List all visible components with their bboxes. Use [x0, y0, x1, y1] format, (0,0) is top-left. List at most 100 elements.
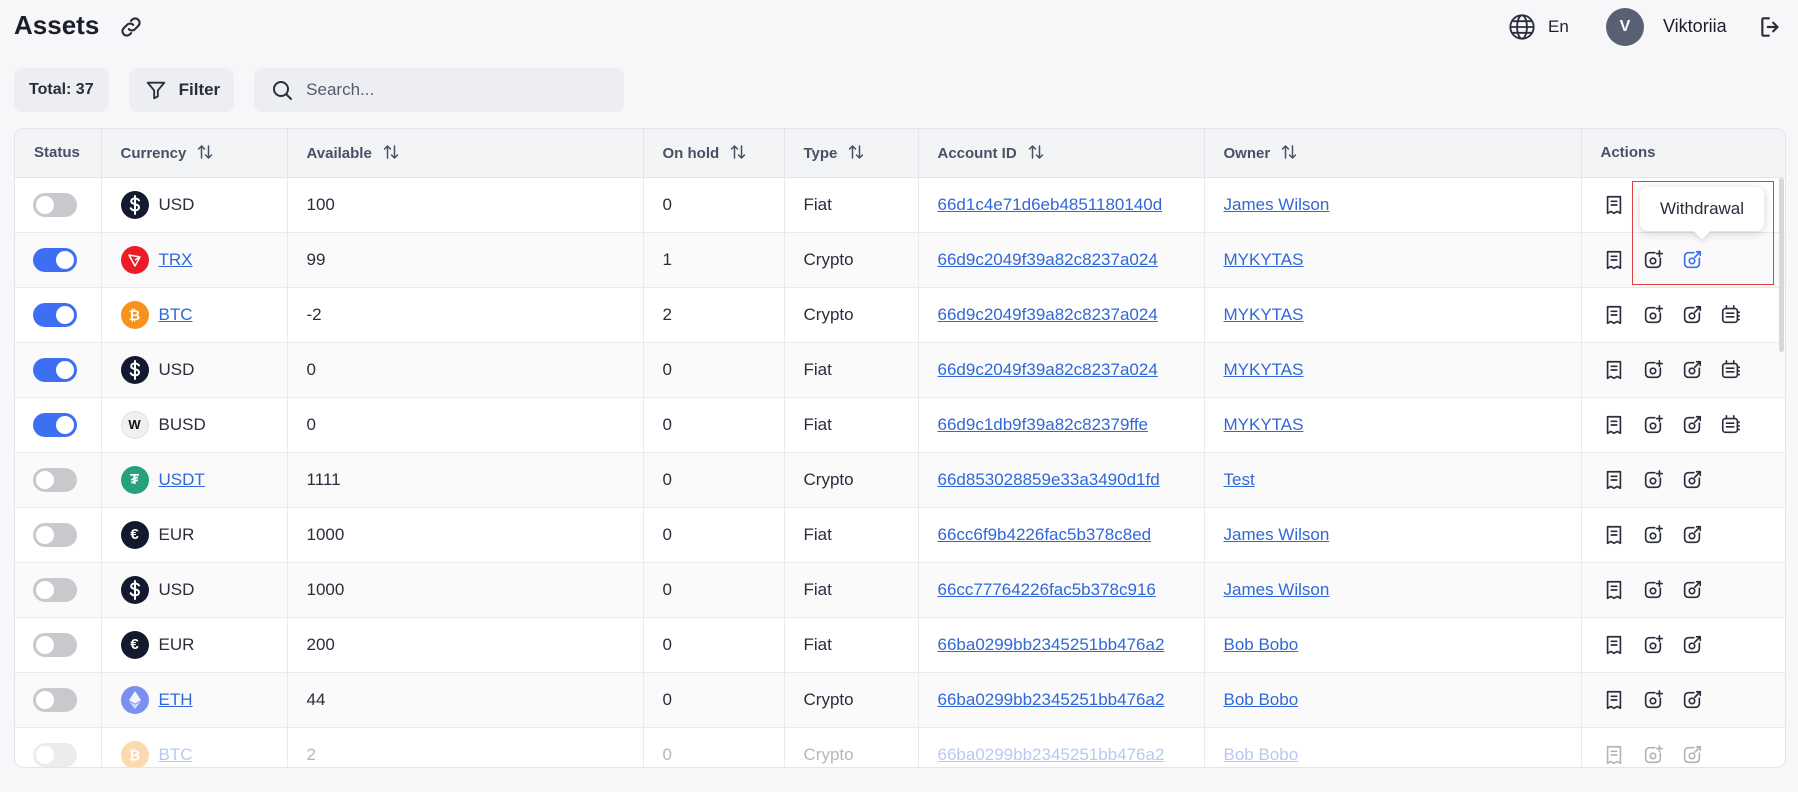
owner-link[interactable]: Bob Bobo — [1224, 745, 1299, 764]
account-id-link[interactable]: 66d9c2049f39a82c8237a024 — [938, 250, 1158, 269]
withdrawal-icon[interactable] — [1681, 634, 1703, 656]
user-name[interactable]: Viktoriia — [1663, 16, 1727, 37]
account-id-cell: 66ba0299bb2345251bb476a2 — [918, 727, 1205, 767]
column-header-account-id[interactable]: Account ID — [918, 129, 1205, 178]
sort-icon[interactable] — [197, 144, 213, 160]
sort-icon[interactable] — [1028, 144, 1044, 160]
type-cell: Fiat — [784, 617, 919, 672]
currency-link[interactable]: BTC — [159, 305, 193, 325]
statement-icon[interactable] — [1603, 194, 1625, 216]
transactions-icon[interactable] — [1720, 304, 1742, 326]
withdrawal-icon[interactable] — [1681, 414, 1703, 436]
owner-cell: MYKYTAS — [1204, 397, 1582, 452]
deposit-icon[interactable] — [1642, 249, 1664, 271]
transactions-icon[interactable] — [1720, 359, 1742, 381]
transactions-icon[interactable] — [1720, 414, 1742, 436]
currency-link[interactable]: USDT — [159, 470, 205, 490]
actions-cell — [1581, 452, 1785, 507]
account-id-link[interactable]: 66ba0299bb2345251bb476a2 — [938, 745, 1165, 764]
account-id-link[interactable]: 66d9c2049f39a82c8237a024 — [938, 305, 1158, 324]
deposit-icon[interactable] — [1642, 414, 1664, 436]
column-header-available[interactable]: Available — [287, 129, 644, 178]
owner-link[interactable]: MYKYTAS — [1224, 250, 1304, 269]
status-toggle[interactable] — [33, 687, 77, 712]
owner-link[interactable]: Bob Bobo — [1224, 690, 1299, 709]
deposit-icon[interactable] — [1642, 359, 1664, 381]
status-toggle[interactable] — [33, 357, 77, 382]
logout-icon[interactable] — [1758, 14, 1784, 40]
column-header-on-hold[interactable]: On hold — [643, 129, 785, 178]
column-header-owner[interactable]: Owner — [1204, 129, 1582, 178]
language-selector[interactable]: En — [1508, 13, 1569, 41]
deposit-icon[interactable] — [1642, 304, 1664, 326]
owner-link[interactable]: MYKYTAS — [1224, 305, 1304, 324]
account-id-link[interactable]: 66cc6f9b4226fac5b378c8ed — [938, 525, 1152, 544]
currency-link[interactable]: TRX — [159, 250, 193, 270]
account-id-link[interactable]: 66d9c1db9f39a82c82379ffe — [938, 415, 1149, 434]
owner-link[interactable]: Test — [1224, 470, 1255, 489]
scrollbar[interactable] — [1779, 178, 1784, 352]
sort-icon[interactable] — [383, 144, 399, 160]
link-icon[interactable] — [118, 14, 144, 40]
column-header-currency[interactable]: Currency — [101, 129, 288, 178]
withdrawal-icon[interactable] — [1681, 744, 1703, 766]
account-id-link[interactable]: 66ba0299bb2345251bb476a2 — [938, 690, 1165, 709]
status-toggle[interactable] — [33, 247, 77, 272]
deposit-icon[interactable] — [1642, 579, 1664, 601]
column-header-actions: Actions — [1581, 129, 1785, 178]
currency-link[interactable]: BTC — [159, 745, 193, 765]
statement-icon[interactable] — [1603, 744, 1625, 766]
status-toggle[interactable] — [33, 302, 77, 327]
status-toggle[interactable] — [33, 577, 77, 602]
statement-icon[interactable] — [1603, 634, 1625, 656]
withdrawal-icon[interactable] — [1681, 359, 1703, 381]
currency-link[interactable]: ETH — [159, 690, 193, 710]
sort-icon[interactable] — [730, 144, 746, 160]
owner-link[interactable]: MYKYTAS — [1224, 415, 1304, 434]
deposit-icon[interactable] — [1642, 524, 1664, 546]
status-toggle[interactable] — [33, 467, 77, 492]
status-toggle[interactable] — [33, 632, 77, 657]
withdrawal-icon[interactable] — [1681, 524, 1703, 546]
withdrawal-icon[interactable] — [1681, 689, 1703, 711]
owner-link[interactable]: James Wilson — [1224, 580, 1330, 599]
withdrawal-icon[interactable] — [1681, 469, 1703, 491]
owner-link[interactable]: MYKYTAS — [1224, 360, 1304, 379]
status-toggle[interactable] — [33, 522, 77, 547]
table-row: USD 1000 0 Fiat 66cc77764226fac5b378c916… — [15, 562, 1785, 617]
account-id-link[interactable]: 66ba0299bb2345251bb476a2 — [938, 635, 1165, 654]
owner-link[interactable]: James Wilson — [1224, 195, 1330, 214]
statement-icon[interactable] — [1603, 689, 1625, 711]
statement-icon[interactable] — [1603, 249, 1625, 271]
account-id-link[interactable]: 66d1c4e71d6eb4851180140d — [938, 195, 1163, 214]
deposit-icon[interactable] — [1642, 634, 1664, 656]
search-input[interactable] — [306, 80, 607, 100]
statement-icon[interactable] — [1603, 469, 1625, 491]
deposit-icon[interactable] — [1642, 469, 1664, 491]
owner-link[interactable]: Bob Bobo — [1224, 635, 1299, 654]
account-id-link[interactable]: 66d9c2049f39a82c8237a024 — [938, 360, 1158, 379]
deposit-icon[interactable] — [1642, 689, 1664, 711]
deposit-icon[interactable] — [1642, 744, 1664, 766]
avatar[interactable]: V — [1606, 8, 1644, 46]
statement-icon[interactable] — [1603, 414, 1625, 436]
status-toggle[interactable] — [33, 742, 77, 767]
account-id-link[interactable]: 66cc77764226fac5b378c916 — [938, 580, 1156, 599]
statement-icon[interactable] — [1603, 359, 1625, 381]
currency-cell: USD — [101, 342, 288, 397]
sort-icon[interactable] — [848, 144, 864, 160]
withdrawal-icon[interactable] — [1681, 304, 1703, 326]
statement-icon[interactable] — [1603, 524, 1625, 546]
account-id-link[interactable]: 66d853028859e33a3490d1fd — [938, 470, 1160, 489]
statement-icon[interactable] — [1603, 304, 1625, 326]
column-header-type[interactable]: Type — [784, 129, 919, 178]
owner-link[interactable]: James Wilson — [1224, 525, 1330, 544]
status-toggle[interactable] — [33, 192, 77, 217]
filter-button[interactable]: Filter — [128, 68, 235, 112]
statement-icon[interactable] — [1603, 579, 1625, 601]
withdrawal-icon[interactable] — [1681, 579, 1703, 601]
withdrawal-icon[interactable] — [1681, 249, 1703, 271]
sort-icon[interactable] — [1281, 144, 1297, 160]
trx-coin-icon — [120, 245, 149, 274]
status-toggle[interactable] — [33, 412, 77, 437]
